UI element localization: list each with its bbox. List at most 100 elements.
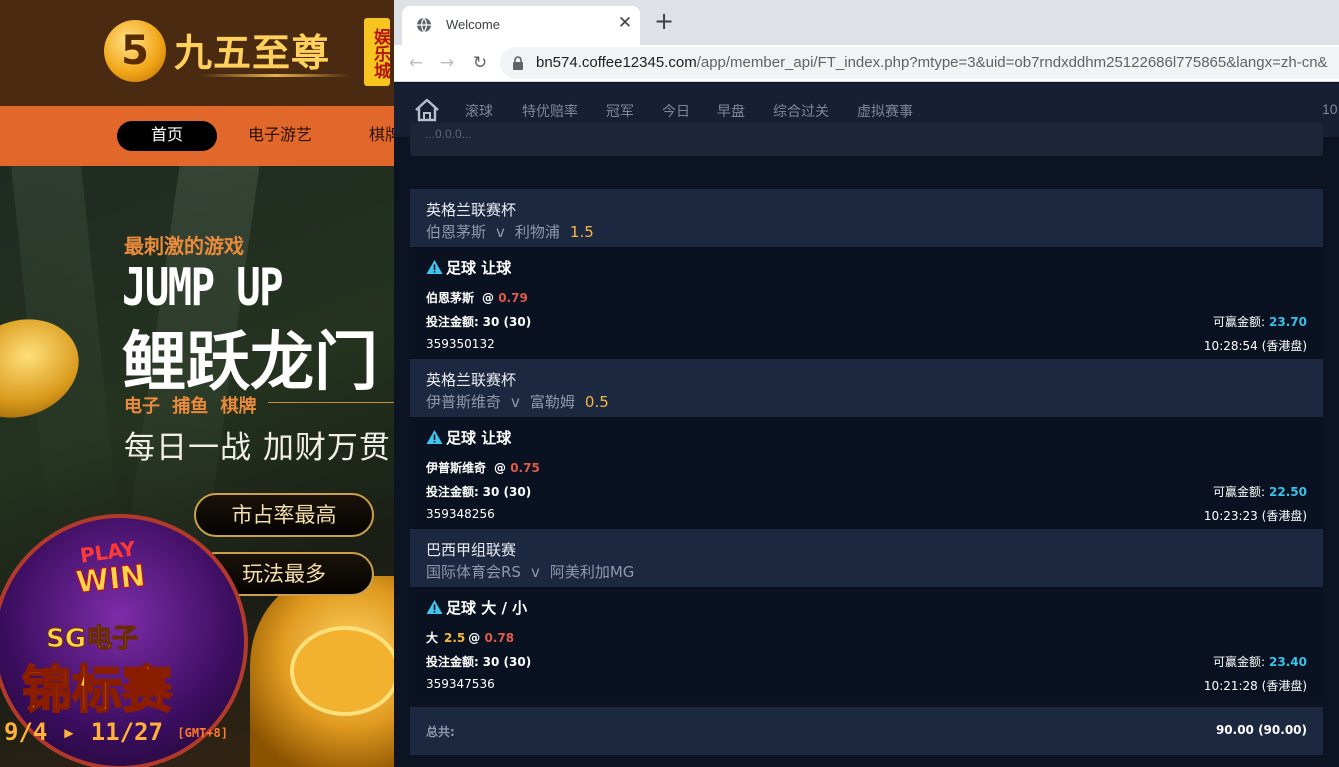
warning-icon	[426, 260, 443, 274]
logo-ornament	[200, 74, 350, 77]
tab-welcome[interactable]: Welcome ✕	[402, 6, 640, 45]
ticket-id: 359350132	[426, 337, 495, 351]
gold-coin-image	[290, 626, 394, 716]
match-teams: 国际体育会RS v 阿美利加MG	[426, 561, 634, 582]
background-website: 5 九五至尊 娱乐城 首页 电子游艺 棋牌 最刺激的游戏 JUMP UP 鲤跃龙…	[0, 0, 394, 767]
away-team: 富勒姆	[529, 393, 575, 411]
nav-chess-cards[interactable]: 棋牌	[355, 121, 394, 151]
win-label: 可赢金额:	[1212, 315, 1266, 329]
url-path: /app/member_api/FT_index.php?mtype=3&uid…	[696, 54, 1328, 71]
reload-icon[interactable]: ↻	[468, 51, 492, 75]
handicap-value: 0.5	[584, 393, 609, 411]
logo-text: 九五至尊	[174, 30, 331, 75]
browser-window: Welcome ✕ + ← → ↻ bn574.coffee12345.com/…	[394, 0, 1339, 767]
previous-bet-text: ...0.0.0...	[425, 127, 472, 141]
versus-text: v	[530, 563, 540, 581]
selection: 大 2.5 @ 0.78	[426, 629, 514, 646]
hero-headline: JUMP UP	[122, 258, 284, 318]
nav-virtual[interactable]: 虚拟赛事	[857, 101, 913, 121]
potential-win: 可赢金额: 23.40	[1213, 653, 1307, 670]
ticket-id: 359347536	[426, 677, 495, 691]
stake-label: 投注金额:	[426, 655, 479, 669]
promo-date: 9/4 ▸ 11/27 [GMT+8]	[4, 718, 228, 746]
tab-title: Welcome	[446, 17, 500, 32]
bet-card: 英格兰联赛杯 伊普斯维奇 v 富勒姆 0.5 足球 让球 伊普斯维奇 @ 0.75 投注…	[410, 359, 1323, 529]
promo-timezone: [GMT+8]	[177, 726, 228, 740]
total-label: 总共:	[426, 725, 455, 739]
new-tab-button[interactable]: +	[652, 9, 676, 34]
market-share-button[interactable]: 市占率最高	[194, 493, 374, 537]
address-bar[interactable]: bn574.coffee12345.com/app/member_api/FT_…	[500, 47, 1339, 79]
nav-home[interactable]: 首页	[117, 121, 217, 151]
promo-win-text: WIN	[74, 558, 148, 601]
previous-bet-card: ...0.0.0...	[410, 123, 1323, 156]
win-label: 可赢金额:	[1212, 485, 1266, 499]
match-teams: 伯恩茅斯 v 利物浦 1.5	[426, 221, 594, 242]
warning-icon	[426, 600, 443, 614]
odds-value: 0.75	[510, 461, 540, 475]
potential-win: 可赢金额: 23.70	[1213, 313, 1307, 330]
nav-early[interactable]: 早盘	[717, 101, 745, 121]
browser-toolbar: ← → ↻ bn574.coffee12345.com/app/member_a…	[394, 45, 1339, 82]
url-text: bn574.coffee12345.com/app/member_api/FT_…	[536, 54, 1328, 71]
selection: 伊普斯维奇 @ 0.75	[426, 459, 540, 476]
total-line: 2.5	[444, 631, 466, 645]
bet-type-label: 足球 让球	[446, 259, 512, 277]
selection-name: 伯恩茅斯	[426, 291, 475, 305]
bet-history-page: 滚球 特优赔率 冠军 今日 早盘 综合过关 虚拟赛事 10: ...0.0.0.…	[394, 83, 1339, 767]
win-amount: 23.70	[1269, 315, 1307, 329]
odds-prefix: @	[482, 291, 495, 305]
casino-logo[interactable]: 5 九五至尊 娱乐城	[104, 16, 394, 92]
odds-value: 0.78	[484, 631, 515, 645]
selection-name: 大	[426, 631, 439, 645]
back-arrow-icon[interactable]: ←	[404, 51, 428, 75]
stake: 投注金额: 30 (30)	[426, 483, 531, 500]
league-name: 巴西甲组联赛	[426, 541, 517, 559]
stake-label: 投注金额:	[426, 485, 479, 499]
odds-value: 0.79	[498, 291, 528, 305]
match-header: 巴西甲组联赛 国际体育会RS v 阿美利加MG	[410, 529, 1323, 587]
stake: 投注金额: 30 (30)	[426, 313, 531, 330]
bet-details: 足球 让球 伊普斯维奇 @ 0.75 投注金额: 30 (30) 35934825…	[410, 417, 1323, 529]
match-header: 英格兰联赛杯 伊普斯维奇 v 富勒姆 0.5	[410, 359, 1323, 417]
selection: 伯恩茅斯 @ 0.79	[426, 289, 528, 306]
handicap-value: 1.5	[569, 223, 594, 241]
nav-parlay[interactable]: 综合过关	[773, 101, 829, 121]
clock-text: 10:	[1322, 101, 1339, 117]
win-label: 可赢金额:	[1212, 655, 1266, 669]
bet-time: 10:21:28 (香港盘)	[1203, 679, 1307, 693]
stake-amount: 30 (30)	[482, 485, 532, 499]
match-teams: 伊普斯维奇 v 富勒姆 0.5	[426, 391, 609, 412]
selection-name: 伊普斯维奇	[426, 461, 487, 475]
bet-card: 巴西甲组联赛 国际体育会RS v 阿美利加MG 足球 大 / 小 大 2.5 @ 0.7…	[410, 529, 1323, 699]
divider	[268, 402, 394, 403]
hero-slogan: 每日一战 加财万贯	[124, 430, 391, 466]
total-value: 90.00 (90.00)	[1215, 723, 1307, 737]
lock-icon	[513, 56, 523, 70]
stake: 投注金额: 30 (30)	[426, 653, 531, 670]
total-summary: 总共: 90.00 (90.00)	[410, 707, 1323, 755]
nav-electronic-games[interactable]: 电子游艺	[240, 121, 320, 151]
logo-emblem: 5	[104, 20, 166, 82]
bet-time: 10:23:23 (香港盘)	[1203, 509, 1307, 523]
league-name: 英格兰联赛杯	[426, 371, 517, 389]
nav-in-play[interactable]: 滚球	[465, 101, 493, 121]
forward-arrow-icon[interactable]: →	[435, 51, 459, 75]
nav-today[interactable]: 今日	[662, 101, 690, 121]
tab-strip: Welcome ✕ +	[394, 0, 1339, 45]
away-team: 阿美利加MG	[549, 563, 635, 581]
nav-best-odds[interactable]: 特优赔率	[522, 101, 578, 121]
bet-type: 足球 让球	[426, 257, 511, 278]
close-icon[interactable]: ✕	[614, 12, 636, 34]
match-header: 英格兰联赛杯 伯恩茅斯 v 利物浦 1.5	[410, 189, 1323, 247]
potential-win: 可赢金额: 22.50	[1213, 483, 1307, 500]
home-icon[interactable]	[414, 98, 440, 122]
hero-subtitle: 最刺激的游戏	[124, 234, 244, 258]
bet-type-label: 足球 让球	[446, 429, 512, 447]
stake-amount: 30 (30)	[482, 655, 532, 669]
nav-outrights[interactable]: 冠军	[606, 101, 634, 121]
promo-date-range: 9/4 ▸ 11/27	[4, 718, 163, 746]
bet-time: 10:28:54 (香港盘)	[1203, 339, 1307, 353]
win-amount: 22.50	[1269, 485, 1307, 499]
bet-card: 英格兰联赛杯 伯恩茅斯 v 利物浦 1.5 足球 让球 伯恩茅斯 @ 0.79 投注金额…	[410, 189, 1323, 359]
